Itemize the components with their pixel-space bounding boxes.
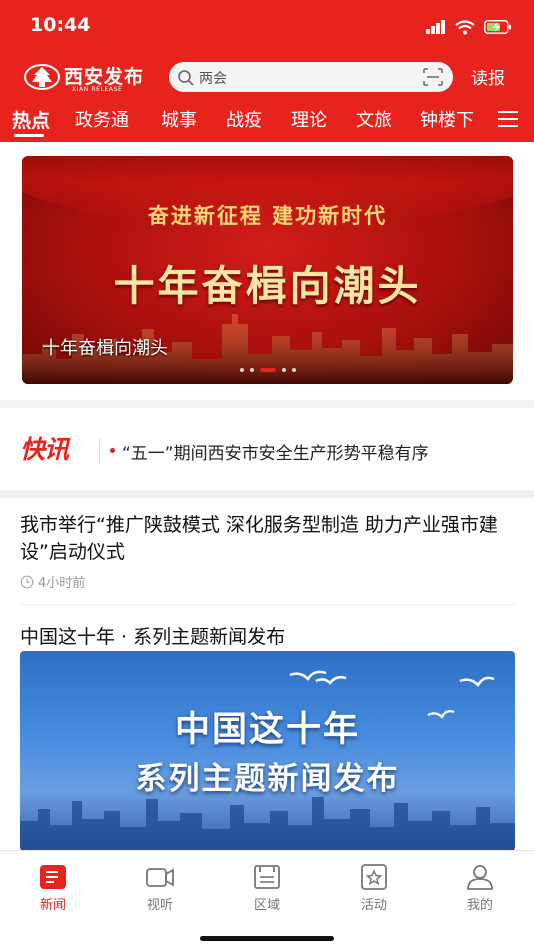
- carousel-dot[interactable]: [291, 368, 296, 372]
- search-input[interactable]: 两会: [199, 68, 227, 88]
- signal-icon: [426, 20, 445, 34]
- bell-tower-logo-icon: [24, 64, 60, 90]
- banner-headline: 十年奋楫向潮头: [113, 262, 422, 310]
- tab-bell-tower[interactable]: 钟楼下: [420, 106, 474, 132]
- news-title[interactable]: 中国这十年 · 系列主题新闻发布: [20, 622, 285, 649]
- carousel-dot[interactable]: [281, 368, 286, 372]
- tab-region[interactable]: 区域: [237, 863, 297, 913]
- tab-label: 区域: [253, 898, 280, 913]
- flash-divider: [99, 438, 100, 464]
- home-indicator[interactable]: [200, 936, 334, 941]
- tab-theory[interactable]: 理论: [291, 106, 327, 132]
- row-divider: [20, 604, 516, 605]
- flash-news-logo: 快讯: [20, 435, 69, 464]
- news-icon: [40, 865, 66, 889]
- carousel-dot[interactable]: [239, 368, 244, 372]
- section-divider: [0, 490, 534, 498]
- news-time: 4小时前: [38, 576, 86, 591]
- tab-news[interactable]: 新闻: [23, 863, 83, 913]
- tab-hot[interactable]: 热点: [12, 106, 50, 133]
- banner-carousel[interactable]: 奋进新征程 建功新时代 十年奋楫向潮头 十年奋楫向潮头: [22, 156, 513, 384]
- flash-news-text[interactable]: “五一”期间西安市安全生产形势平稳有序: [122, 439, 429, 464]
- active-tab-indicator: [14, 134, 44, 137]
- video-icon: [146, 868, 174, 887]
- image-skyline: [20, 797, 515, 851]
- status-icons: [426, 16, 512, 38]
- clock-icon: [20, 575, 34, 588]
- tab-label: 我的: [466, 898, 493, 913]
- search-bar[interactable]: 两会: [169, 62, 453, 92]
- tab-city[interactable]: 城事: [161, 106, 197, 132]
- tab-epidemic[interactable]: 战疫: [226, 106, 262, 132]
- app-header: 10:44 西安发布 XIAN RELEASE 两会 读报 热点 政务通 城事 …: [0, 0, 534, 142]
- wifi-icon: [455, 19, 475, 34]
- search-icon: [178, 70, 194, 86]
- battery-charging-icon: [484, 20, 511, 34]
- news-title[interactable]: 我市举行“推广陕鼓模式 深化服务型制造 助力产业强市建设”启动仪式: [20, 512, 516, 566]
- app-logo[interactable]: 西安发布 XIAN RELEASE: [24, 62, 148, 94]
- carousel-dot-active[interactable]: [259, 368, 276, 372]
- tab-label: 视听: [146, 898, 173, 913]
- category-tabs: 热点 政务通 城事 战疫 理论 文旅 钟楼下: [0, 100, 534, 140]
- scan-icon[interactable]: [423, 68, 443, 86]
- tab-activity[interactable]: 活动: [344, 863, 404, 913]
- menu-icon[interactable]: [498, 110, 518, 128]
- banner-caption: 十年奋楫向潮头: [42, 338, 168, 359]
- profile-icon: [467, 865, 493, 890]
- news-meta: 4小时前: [20, 572, 85, 591]
- bottom-tab-bar: 新闻 视听 区域 活动 我的: [0, 850, 534, 950]
- tab-label: 活动: [360, 898, 387, 913]
- news-item[interactable]: 我市举行“推广陕鼓模式 深化服务型制造 助力产业强市建设”启动仪式 4小时前: [20, 512, 516, 591]
- tab-video[interactable]: 视听: [130, 863, 190, 913]
- tab-label: 新闻: [39, 898, 66, 913]
- logo-subtext: XIAN RELEASE: [72, 86, 123, 93]
- news-cover-image[interactable]: 中国这十年 系列主题新闻发布: [20, 651, 515, 851]
- logo-text: 西安发布: [64, 66, 145, 88]
- tab-culture-travel[interactable]: 文旅: [356, 106, 392, 132]
- section-divider: [0, 400, 534, 408]
- carousel-dot[interactable]: [249, 368, 254, 372]
- image-headline: 中国这十年: [174, 710, 360, 750]
- region-icon: [254, 865, 280, 889]
- carousel-indicator: [22, 368, 513, 372]
- tab-profile[interactable]: 我的: [450, 863, 510, 913]
- tab-government[interactable]: 政务通: [75, 106, 129, 132]
- flash-bullet-icon: [110, 448, 115, 453]
- status-time: 10:44: [30, 14, 91, 36]
- status-bar: 10:44: [0, 0, 534, 52]
- flash-news-bar[interactable]: 快讯 “五一”期间西安市安全生产形势平稳有序: [0, 408, 534, 492]
- banner-subtitle: 奋进新征程 建功新时代: [147, 204, 388, 228]
- activity-icon: [361, 864, 387, 890]
- read-paper-button[interactable]: 读报: [471, 64, 505, 89]
